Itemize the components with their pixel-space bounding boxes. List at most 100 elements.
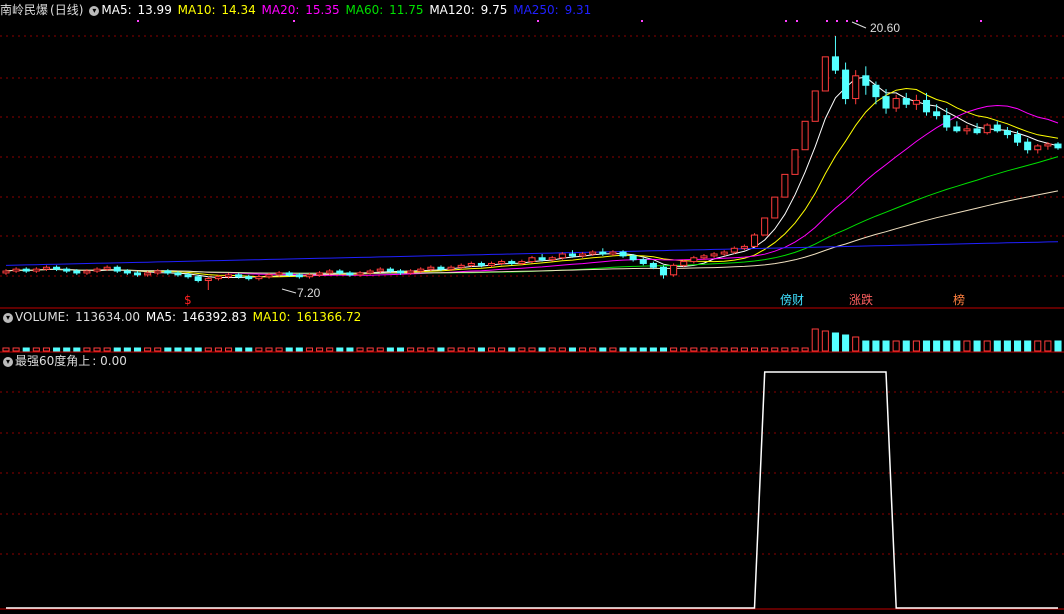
volume-bar xyxy=(326,347,334,352)
candle-body xyxy=(852,75,860,100)
candle-body xyxy=(568,253,576,257)
indicator-step-line xyxy=(6,371,1058,609)
volume-bar xyxy=(275,347,283,352)
candle-body xyxy=(447,266,455,270)
candle-body xyxy=(275,272,283,276)
volume-bar xyxy=(589,347,597,352)
candle-body xyxy=(235,274,243,278)
volume-bar xyxy=(912,340,920,352)
volume-bar xyxy=(953,340,961,352)
volume-bar xyxy=(194,347,202,352)
candle-body xyxy=(305,274,313,278)
candle-body xyxy=(376,268,384,272)
signal-label-bang: 榜 xyxy=(953,292,965,307)
volume-bar xyxy=(872,340,880,352)
candle-body xyxy=(943,115,951,128)
candle-body xyxy=(983,124,991,134)
candle-body xyxy=(862,75,870,86)
chevron-down-icon[interactable]: ▾ xyxy=(89,5,100,16)
ma250-label: MA250: xyxy=(513,3,559,17)
moving-average-lines xyxy=(5,76,1059,278)
price-panel-header: 南岭民爆 (日线) ▾ MA5: 13.99 MA10: 14.34 MA20: 15… xyxy=(0,2,593,18)
candle-body xyxy=(922,99,931,113)
candle-body xyxy=(346,272,354,276)
volume-bar xyxy=(943,340,951,352)
indicator-line xyxy=(6,371,1058,609)
volume-bar xyxy=(305,347,313,352)
candle-body xyxy=(659,266,668,276)
volume-bar xyxy=(649,347,657,352)
ma250-value: 9.31 xyxy=(564,3,592,17)
candle-body xyxy=(791,149,799,175)
volume-bar xyxy=(498,347,506,352)
candle-body xyxy=(700,255,708,259)
volume-bar xyxy=(184,347,192,352)
candle-body xyxy=(1024,141,1032,151)
volume-bar xyxy=(670,347,678,352)
chevron-down-icon[interactable]: ▾ xyxy=(3,356,13,367)
candle-body xyxy=(427,266,435,270)
stock-chart[interactable]: 20.60 7.20 $ 傍财 涨跌 榜 xyxy=(0,0,1064,614)
candle-body xyxy=(42,266,50,270)
candle-body xyxy=(285,272,293,276)
candle-body xyxy=(710,253,718,257)
volume-bar xyxy=(164,347,172,352)
volume-bar xyxy=(882,340,890,352)
candle-body xyxy=(740,245,748,249)
volume-label: VOLUME: xyxy=(15,310,70,324)
volume-bar xyxy=(730,347,738,352)
ma5-line xyxy=(5,76,1059,278)
volume-bar xyxy=(690,347,698,352)
volume-bar xyxy=(791,347,799,352)
candle-body xyxy=(316,272,324,276)
candle-body xyxy=(12,268,20,272)
volume-bar xyxy=(255,347,263,352)
candle-body xyxy=(336,270,344,274)
volume-bar xyxy=(83,347,91,352)
indicator-value: : 0.00 xyxy=(92,354,127,368)
volume-bar xyxy=(892,340,900,352)
candle-body xyxy=(609,251,617,255)
volume-bar xyxy=(680,347,688,352)
volume-bar xyxy=(983,340,991,352)
chevron-down-icon[interactable]: ▾ xyxy=(3,312,13,323)
candle-body xyxy=(781,173,789,198)
volume-bar xyxy=(113,347,121,352)
volume-bar xyxy=(32,347,40,352)
candle-body xyxy=(670,264,678,276)
volume-bar xyxy=(963,340,971,352)
ma5-value: 13.99 xyxy=(137,3,172,17)
volume-bar xyxy=(63,347,71,352)
low-price-arrow xyxy=(281,288,297,294)
candle-body xyxy=(811,90,819,122)
candle-body xyxy=(912,99,920,105)
candle-body xyxy=(639,259,647,264)
volume-bar xyxy=(73,347,81,352)
volume-bar xyxy=(1034,340,1042,352)
candle-body xyxy=(619,251,627,257)
volume-bars[interactable] xyxy=(2,328,1062,352)
ma60-line xyxy=(5,156,1059,274)
candlesticks[interactable] xyxy=(2,36,1062,290)
candle-body xyxy=(761,217,769,236)
volume-bar xyxy=(53,347,61,352)
volume-bar xyxy=(973,340,981,352)
candle-body xyxy=(730,247,738,253)
candle-body xyxy=(1003,130,1011,136)
candle-body xyxy=(245,276,253,280)
candle-body xyxy=(993,124,1001,132)
candle-body xyxy=(204,278,212,282)
ma20-label: MA20: xyxy=(261,3,300,17)
volume-bar xyxy=(204,347,212,352)
volume-bar xyxy=(1014,340,1022,352)
candle-body xyxy=(488,262,496,266)
volume-bar xyxy=(12,347,20,352)
candle-body xyxy=(528,257,536,263)
volume-bar xyxy=(720,347,728,352)
vol-ma5-value: 146392.83 xyxy=(181,310,247,324)
volume-bar xyxy=(407,347,415,352)
volume-bar xyxy=(579,347,587,352)
candle-body xyxy=(113,266,121,272)
candle-body xyxy=(933,111,941,117)
volume-bar xyxy=(751,347,759,352)
